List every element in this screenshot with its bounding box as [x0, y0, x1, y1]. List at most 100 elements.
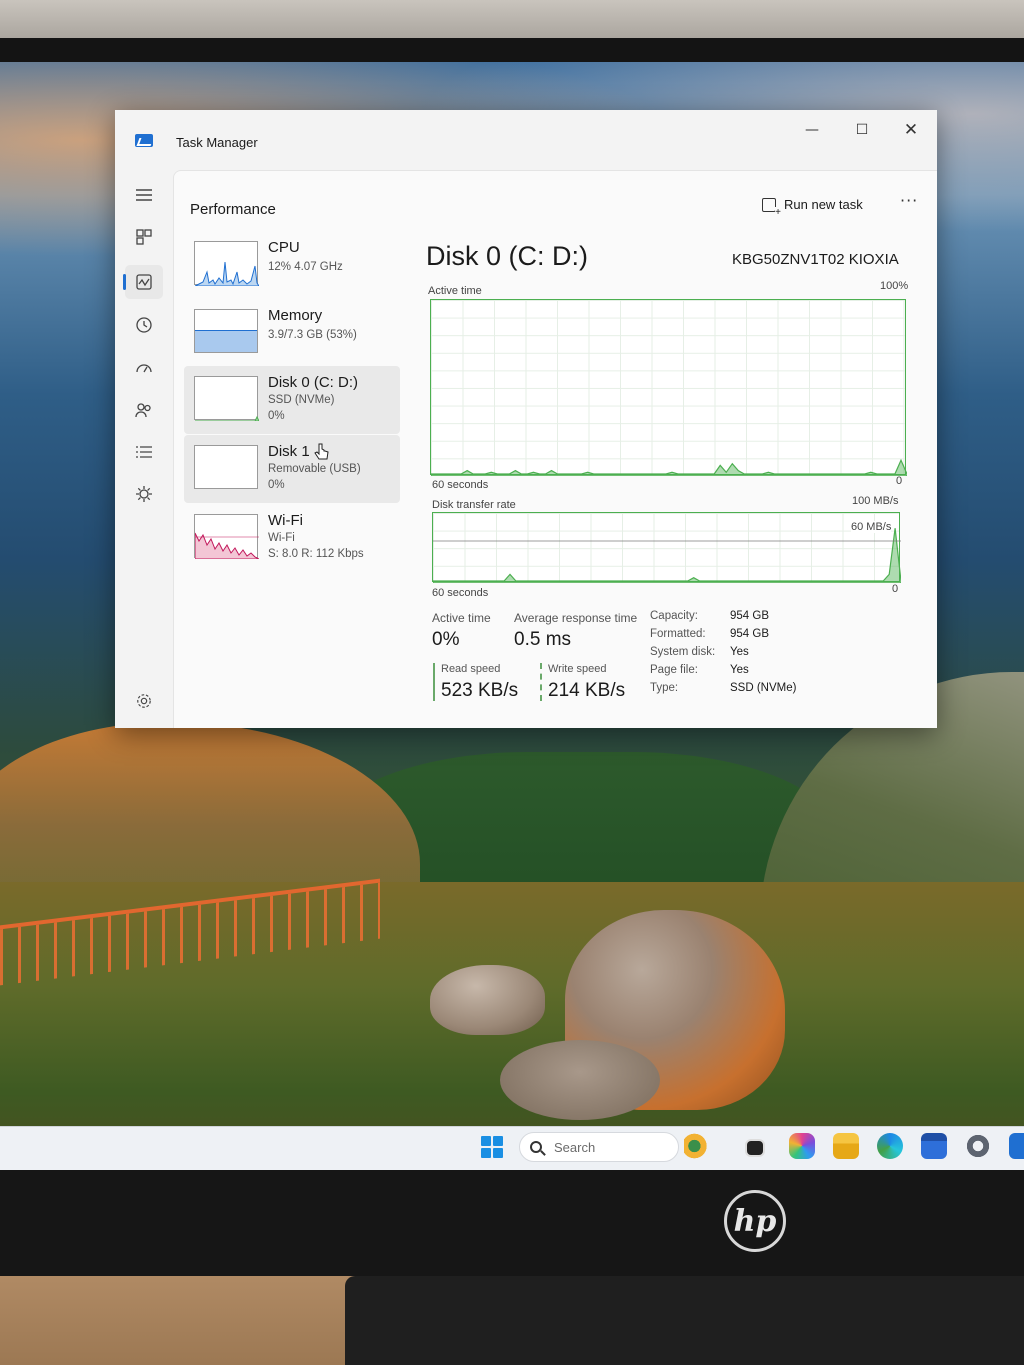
write-speed-label: Write speed: [548, 663, 607, 675]
type-value: SSD (NVMe): [730, 682, 797, 694]
capacity-key: Capacity:: [650, 610, 698, 622]
close-button[interactable]: ✕: [889, 114, 933, 146]
avg-response-value: 0.5 ms: [514, 629, 572, 650]
write-speed-indicator: [540, 663, 542, 701]
edge-icon[interactable]: [877, 1133, 903, 1159]
device-cpu[interactable]: CPU 12% 4.07 GHz: [184, 231, 400, 299]
title-bar[interactable]: Task Manager — ☐ ✕: [115, 110, 937, 162]
read-speed-indicator: [433, 663, 435, 701]
transfer-rate-graph-duration: 60 seconds: [432, 587, 489, 599]
start-icon[interactable]: [481, 1136, 503, 1158]
device-memory[interactable]: Memory 3.9/7.3 GB (53%): [184, 299, 400, 367]
device-type: SSD (NVMe): [268, 394, 335, 406]
device-type: Wi-Fi: [268, 532, 295, 544]
details-icon[interactable]: [125, 435, 163, 469]
active-series: [431, 458, 907, 476]
active-time-graph-min: 0: [896, 475, 903, 487]
page-title: Performance: [190, 201, 276, 218]
taskbar-search-box[interactable]: Search: [519, 1132, 679, 1162]
services-icon[interactable]: [125, 477, 163, 511]
settings-icon[interactable]: [965, 1133, 991, 1159]
avg-response-label: Average response time: [514, 611, 638, 625]
device-wifi[interactable]: Wi-Fi Wi-Fi S: 8.0 R: 112 Kbps: [184, 504, 400, 572]
transfer-rate-graph-mid: 60 MB/s: [851, 521, 892, 533]
taskbar: [0, 1126, 1024, 1170]
transfer-rate-graph-plot: [433, 528, 901, 583]
formatted-key: Formatted:: [650, 628, 706, 640]
cpu-thumbnail-graph: [194, 241, 260, 287]
disk0-thumbnail-graph: [194, 376, 260, 422]
page-file-value: Yes: [730, 664, 749, 676]
device-stats: 3.9/7.3 GB (53%): [268, 329, 357, 341]
page-file-key: Page file:: [650, 664, 698, 676]
device-name: Disk 1: [268, 443, 310, 460]
device-name: Wi-Fi: [268, 512, 303, 529]
task-view-icon[interactable]: [745, 1139, 765, 1157]
store-icon[interactable]: [921, 1133, 947, 1159]
transfer-rate-graph-max: 100 MB/s: [852, 495, 899, 507]
search-icon: [530, 1141, 542, 1153]
performance-icon[interactable]: [123, 265, 163, 299]
formatted-value: 954 GB: [730, 628, 769, 640]
device-usage: 0%: [268, 410, 285, 422]
device-disk-0[interactable]: Disk 0 (C: D:) SSD (NVMe) 0%: [184, 366, 400, 434]
maximize-button[interactable]: ☐: [840, 114, 884, 146]
active-time-graph-label: Active time: [428, 285, 482, 297]
hand-cursor-icon: [314, 443, 329, 460]
active-time-graph: [430, 299, 907, 476]
transfer-series: [433, 528, 901, 583]
performance-content: Performance Run new task ··· CPU 12% 4.0…: [173, 170, 937, 728]
device-disk-1[interactable]: Disk 1 Removable (USB) 0%: [184, 435, 400, 503]
disk-model: KBG50ZNV1T02 KIOXIA: [732, 251, 899, 268]
task-manager-window: Task Manager — ☐ ✕ Performance + Run new…: [115, 110, 937, 728]
monitor-bezel-bottom: [0, 1170, 1024, 1280]
capacity-value: 954 GB: [730, 610, 769, 622]
transfer-rate-graph: 60 MB/s: [432, 512, 901, 583]
memory-thumbnail-graph: [194, 309, 258, 353]
task-manager-app-icon: [135, 134, 153, 147]
read-speed-label: Read speed: [441, 663, 501, 675]
active-time-graph-max: 100%: [880, 280, 909, 292]
run-new-task-button[interactable]: Run new task: [762, 197, 863, 218]
device-stats: 12% 4.07 GHz: [268, 261, 343, 273]
users-icon[interactable]: [125, 393, 163, 427]
copilot-icon[interactable]: [789, 1133, 815, 1159]
wallpaper-rock-small: [430, 965, 545, 1035]
active-time-value: 0%: [432, 629, 460, 650]
write-speed-value: 214 KB/s: [548, 680, 626, 701]
hp-logo: hp: [724, 1190, 786, 1252]
minimize-button[interactable]: —: [790, 114, 834, 146]
navigation-rail: [115, 162, 173, 728]
transfer-rate-graph-label: Disk transfer rate: [432, 499, 516, 511]
run-task-icon: [762, 197, 781, 218]
more-options-button[interactable]: ···: [900, 191, 918, 210]
disk1-thumbnail-graph: [194, 445, 258, 489]
wallpaper-rock-low: [500, 1040, 660, 1120]
run-new-task-label: Run new task: [784, 197, 863, 212]
system-disk-value: Yes: [730, 646, 749, 658]
system-disk-key: System disk:: [650, 646, 716, 658]
menu-icon[interactable]: [125, 178, 163, 212]
file-explorer-icon[interactable]: [833, 1133, 859, 1159]
widgets-icon[interactable]: [684, 1133, 710, 1159]
search-placeholder: Search: [554, 1139, 596, 1155]
monitor-stand: [345, 1276, 1024, 1365]
active-time-label: Active time: [432, 611, 491, 625]
device-name: Memory: [268, 307, 323, 324]
transfer-rate-graph-min: 0: [892, 583, 899, 595]
device-type: Removable (USB): [268, 463, 361, 475]
app-history-icon[interactable]: [125, 308, 163, 342]
type-key: Type:: [650, 682, 679, 694]
window-title: Task Manager: [176, 135, 258, 150]
processes-icon[interactable]: [125, 220, 163, 254]
active-time-graph-plot: [431, 458, 907, 476]
device-throughput: S: 8.0 R: 112 Kbps: [268, 548, 364, 560]
device-name: Disk 0 (C: D:): [268, 374, 358, 391]
settings-icon[interactable]: [125, 684, 163, 718]
disk-title: Disk 0 (C: D:): [426, 241, 588, 271]
device-name: CPU: [268, 239, 300, 256]
device-usage: 0%: [268, 479, 285, 491]
startup-apps-icon[interactable]: [125, 350, 163, 384]
task-manager-icon[interactable]: [1009, 1133, 1024, 1159]
read-speed-value: 523 KB/s: [441, 680, 519, 701]
